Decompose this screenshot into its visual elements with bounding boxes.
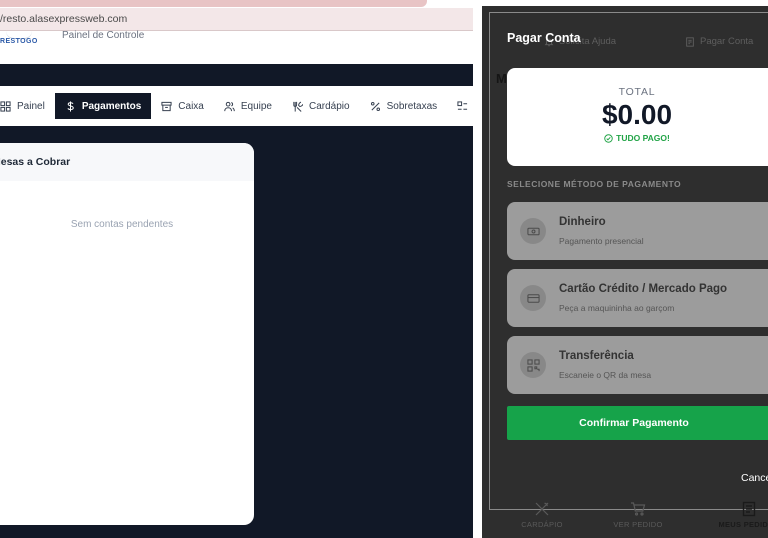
paid-label: TUDO PAGO! xyxy=(616,133,670,143)
tab-label: Pagamentos xyxy=(81,100,142,112)
tab-label: Sobretaxas xyxy=(386,100,438,112)
total-label: TOTAL xyxy=(618,86,656,98)
total-value: $0.00 xyxy=(601,99,673,130)
archive-icon xyxy=(161,101,172,111)
tab-pagamentos[interactable]: Pagamentos xyxy=(54,93,152,119)
more-icon xyxy=(457,100,468,110)
tables-to-charge-card: Mesas a Cobrar Sem contas pendentes xyxy=(0,143,254,525)
tab-painel[interactable]: Painel xyxy=(0,93,55,119)
modal-title: Pagar Conta xyxy=(507,31,581,45)
method-description: Escaneie o QR da mesa xyxy=(559,370,652,380)
tab-menu[interactable]: CARDÁPIO xyxy=(497,497,587,538)
method-description: Pagamento presencial xyxy=(559,236,644,246)
method-name: Cartão Crédito / Mercado Pago xyxy=(559,283,728,295)
tab-cardapio[interactable]: Cardápio xyxy=(282,93,360,119)
card-icon xyxy=(520,285,546,311)
methods-heading: SELECIONE MÉTODO DE PAGAMENTO xyxy=(507,179,682,189)
customer-app: Solicita Ajuda Pagar Conta M Pagar Conta… xyxy=(482,0,768,538)
cart-icon xyxy=(631,502,646,516)
users-icon xyxy=(224,101,235,111)
qr-icon xyxy=(520,352,546,378)
tab-label: VER PEDIDO xyxy=(613,520,663,529)
divider xyxy=(473,0,482,538)
grid-icon xyxy=(0,100,11,112)
receipt-icon xyxy=(742,501,756,517)
empty-state: Sem contas pendentes xyxy=(70,219,174,230)
tab-my-orders[interactable]: MEUS PEDIDOS xyxy=(704,497,768,538)
tab-caixa[interactable]: Caixa xyxy=(151,93,214,119)
utensils-icon xyxy=(535,502,549,516)
dollar-icon xyxy=(67,100,74,112)
screen: /resto.alasexpressweb.com RESTOGO Painel… xyxy=(0,0,768,538)
address-bar[interactable]: /resto.alasexpressweb.com xyxy=(0,8,473,31)
tab-label: MEUS PEDIDOS xyxy=(718,520,768,529)
method-name: Transferência xyxy=(559,350,634,362)
page-subtitle: Painel de Controle xyxy=(62,30,145,41)
method-name: Dinheiro xyxy=(559,216,606,228)
utensils-icon xyxy=(293,101,303,112)
tab-label: Cardápio xyxy=(309,100,350,112)
tab-sobretaxas[interactable]: Sobretaxas xyxy=(360,93,448,119)
percent-icon xyxy=(370,101,380,111)
tab-view-order[interactable]: VER PEDIDO xyxy=(593,497,683,538)
paid-status: TUDO PAGO! xyxy=(507,133,768,143)
browser-tab-strip xyxy=(0,0,427,7)
card-title: Mesas a Cobrar xyxy=(0,143,254,181)
method-description: Peça a maquininha ao garçom xyxy=(559,303,675,313)
tab-label: CARDÁPIO xyxy=(521,520,563,529)
method-transfer[interactable]: Transferência Escaneie o QR da mesa xyxy=(507,336,768,394)
method-card[interactable]: Cartão Crédito / Mercado Pago Peça a maq… xyxy=(507,269,768,327)
tab-label: Equipe xyxy=(240,100,272,112)
total-card: TOTAL $0.00 TUDO PAGO! xyxy=(507,68,768,166)
header-band xyxy=(0,64,473,86)
method-cash[interactable]: Dinheiro Pagamento presencial xyxy=(507,202,768,260)
confirm-payment-button[interactable]: Confirmar Pagamento xyxy=(507,406,768,440)
tab-label: Caixa xyxy=(178,100,204,112)
logo: RESTOGO xyxy=(0,38,38,45)
bottom-tab-bar: CARDÁPIO VER PEDIDO MEUS PEDIDOS xyxy=(482,497,768,538)
tab-equipe[interactable]: Equipe xyxy=(214,93,282,119)
admin-window: /resto.alasexpressweb.com RESTOGO Painel… xyxy=(0,0,473,538)
tab-label: Painel xyxy=(17,100,45,112)
cash-icon xyxy=(520,218,546,244)
cancel-button[interactable]: Cancel xyxy=(741,472,768,484)
admin-nav: Painel Pagamentos Caixa Equipe Cardápio … xyxy=(0,86,473,126)
check-circle-icon xyxy=(604,133,613,143)
tab-more[interactable] xyxy=(447,93,473,119)
top-strip xyxy=(482,0,768,6)
url-text: /resto.alasexpressweb.com xyxy=(0,13,128,25)
